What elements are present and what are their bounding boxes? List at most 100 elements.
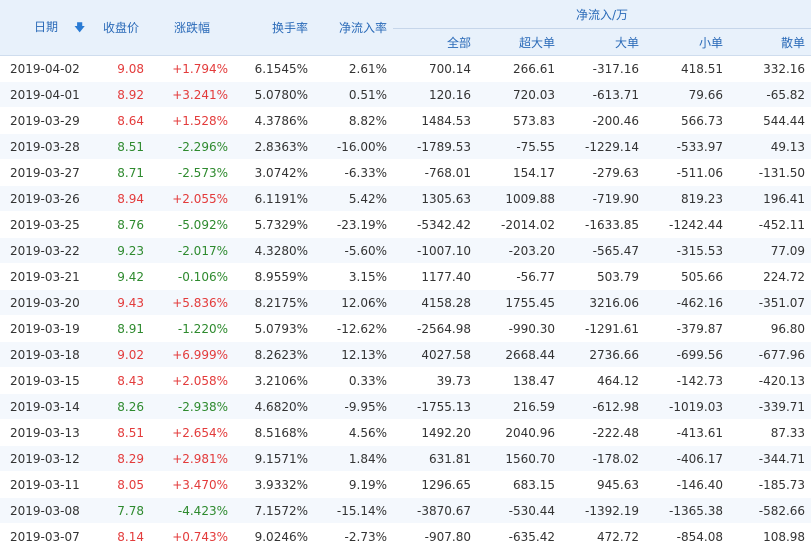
- date-cell: 2019-03-26: [0, 185, 92, 212]
- date-cell: 2019-03-07: [0, 523, 92, 550]
- change-header[interactable]: 涨跌幅: [150, 0, 234, 56]
- net-retail-cell: -420.13: [729, 367, 811, 394]
- table-row: 2019-03-18 9.02 +6.999% 8.2623% 12.13% 4027.5…: [0, 341, 811, 368]
- date-cell: 2019-03-29: [0, 107, 92, 134]
- net-extra-large-cell: 138.47: [477, 367, 561, 394]
- net-large-cell: -178.02: [561, 445, 645, 472]
- net-all-cell: -768.01: [393, 159, 477, 186]
- net-all-cell: -2564.98: [393, 315, 477, 342]
- change-cell: +2.055%: [150, 185, 234, 212]
- net-rate-cell: 8.82%: [314, 107, 393, 134]
- turnover-cell: 3.9332%: [234, 471, 314, 498]
- net-extra-large-cell: -56.77: [477, 263, 561, 290]
- net-rate-cell: 1.84%: [314, 445, 393, 472]
- net-large-cell: 503.79: [561, 263, 645, 290]
- turnover-cell: 4.3280%: [234, 237, 314, 264]
- net-large-cell: -612.98: [561, 393, 645, 420]
- extra-large-header[interactable]: 超大单: [477, 28, 561, 56]
- net-rate-cell: 3.15%: [314, 263, 393, 290]
- net-small-cell: 505.66: [645, 263, 729, 290]
- net-rate-cell: 4.56%: [314, 419, 393, 446]
- net-small-cell: 819.23: [645, 185, 729, 212]
- net-rate-cell: -23.19%: [314, 211, 393, 238]
- date-cell: 2019-03-14: [0, 393, 92, 420]
- net-rate-header[interactable]: 净流入率: [314, 0, 393, 56]
- net-all-cell: -1007.10: [393, 237, 477, 264]
- change-cell: +1.528%: [150, 107, 234, 134]
- net-inflow-group-label: 净流入/万: [576, 7, 629, 22]
- date-cell: 2019-03-11: [0, 471, 92, 498]
- table-row: 2019-03-20 9.43 +5.836% 8.2175% 12.06% 4158.2…: [0, 289, 811, 316]
- net-rate-cell: -9.95%: [314, 393, 393, 420]
- close-price-cell: 8.51: [92, 133, 150, 160]
- date-cell: 2019-03-15: [0, 367, 92, 394]
- small-header[interactable]: 小单: [645, 28, 729, 56]
- change-cell: +3.470%: [150, 471, 234, 498]
- net-small-cell: -379.87: [645, 315, 729, 342]
- net-retail-cell: 77.09: [729, 237, 811, 264]
- change-cell: -5.092%: [150, 211, 234, 238]
- sort-down-arrow-icon[interactable]: 🡇: [74, 19, 85, 38]
- net-large-cell: 464.12: [561, 367, 645, 394]
- net-retail-cell: 196.41: [729, 185, 811, 212]
- net-extra-large-cell: -990.30: [477, 315, 561, 342]
- date-header[interactable]: 日期 🡇: [0, 0, 92, 56]
- net-large-cell: 472.72: [561, 523, 645, 550]
- net-extra-large-cell: 1009.88: [477, 185, 561, 212]
- table-row: 2019-03-15 8.43 +2.058% 3.2106% 0.33% 39.73 13…: [0, 367, 811, 394]
- close-price-cell: 8.92: [92, 81, 150, 108]
- net-large-cell: -1291.61: [561, 315, 645, 342]
- net-retail-cell: 96.80: [729, 315, 811, 342]
- net-extra-large-cell: 154.17: [477, 159, 561, 186]
- table-row: 2019-03-14 8.26 -2.938% 4.6820% -9.95% -1755.…: [0, 393, 811, 420]
- retail-header[interactable]: 散单: [729, 28, 811, 56]
- table-row: 2019-03-26 8.94 +2.055% 6.1191% 5.42% 1305.63…: [0, 185, 811, 212]
- change-cell: +2.981%: [150, 445, 234, 472]
- net-all-cell: 631.81: [393, 445, 477, 472]
- table-body: 2019-04-02 9.08 +1.794% 6.1545% 2.61% 700.14 2…: [0, 55, 811, 550]
- net-inflow-group-header: 净流入/万: [393, 0, 811, 29]
- net-extra-large-cell: 2040.96: [477, 419, 561, 446]
- net-retail-cell: 87.33: [729, 419, 811, 446]
- change-cell: +5.836%: [150, 289, 234, 316]
- net-retail-cell: -185.73: [729, 471, 811, 498]
- net-large-cell: -565.47: [561, 237, 645, 264]
- table-row: 2019-03-12 8.29 +2.981% 9.1571% 1.84% 631.81 1…: [0, 445, 811, 472]
- change-cell: -4.423%: [150, 497, 234, 524]
- net-extra-large-cell: 266.61: [477, 55, 561, 82]
- table-row: 2019-03-29 8.64 +1.528% 4.3786% 8.82% 1484.53…: [0, 107, 811, 134]
- fund-flow-table: 日期 🡇 收盘价 涨跌幅 换手率 净流入率 净流入/万 全部 超大单 大单 小单 …: [0, 0, 811, 550]
- change-cell: +1.794%: [150, 55, 234, 82]
- net-all-cell: 1484.53: [393, 107, 477, 134]
- change-cell: +2.654%: [150, 419, 234, 446]
- turnover-header[interactable]: 换手率: [234, 0, 314, 56]
- close-price-cell: 9.42: [92, 263, 150, 290]
- date-cell: 2019-03-12: [0, 445, 92, 472]
- net-extra-large-cell: 216.59: [477, 393, 561, 420]
- net-large-cell: -613.71: [561, 81, 645, 108]
- date-cell: 2019-03-21: [0, 263, 92, 290]
- net-rate-header-label: 净流入率: [338, 21, 387, 35]
- close-header[interactable]: 收盘价: [92, 0, 150, 56]
- net-large-cell: 3216.06: [561, 289, 645, 316]
- turnover-cell: 3.2106%: [234, 367, 314, 394]
- table-row: 2019-03-19 8.91 -1.220% 5.0793% -12.62% -2564…: [0, 315, 811, 342]
- net-rate-cell: -6.33%: [314, 159, 393, 186]
- close-price-cell: 8.29: [92, 445, 150, 472]
- net-retail-cell: -339.71: [729, 393, 811, 420]
- turnover-cell: 8.2175%: [234, 289, 314, 316]
- retail-header-label: 散单: [781, 35, 806, 50]
- all-header-label: 全部: [446, 35, 471, 50]
- turnover-cell: 6.1191%: [234, 185, 314, 212]
- close-price-cell: 8.91: [92, 315, 150, 342]
- net-all-cell: 700.14: [393, 55, 477, 82]
- all-header[interactable]: 全部: [393, 28, 477, 56]
- turnover-cell: 7.1572%: [234, 497, 314, 524]
- net-small-cell: -1242.44: [645, 211, 729, 238]
- table-row: 2019-03-25 8.76 -5.092% 5.7329% -23.19% -5342…: [0, 211, 811, 238]
- close-price-cell: 8.76: [92, 211, 150, 238]
- date-header-label: 日期: [34, 19, 59, 34]
- net-extra-large-cell: 1560.70: [477, 445, 561, 472]
- large-header[interactable]: 大单: [561, 28, 645, 56]
- table-row: 2019-04-01 8.92 +3.241% 5.0780% 0.51% 120.16 7…: [0, 81, 811, 108]
